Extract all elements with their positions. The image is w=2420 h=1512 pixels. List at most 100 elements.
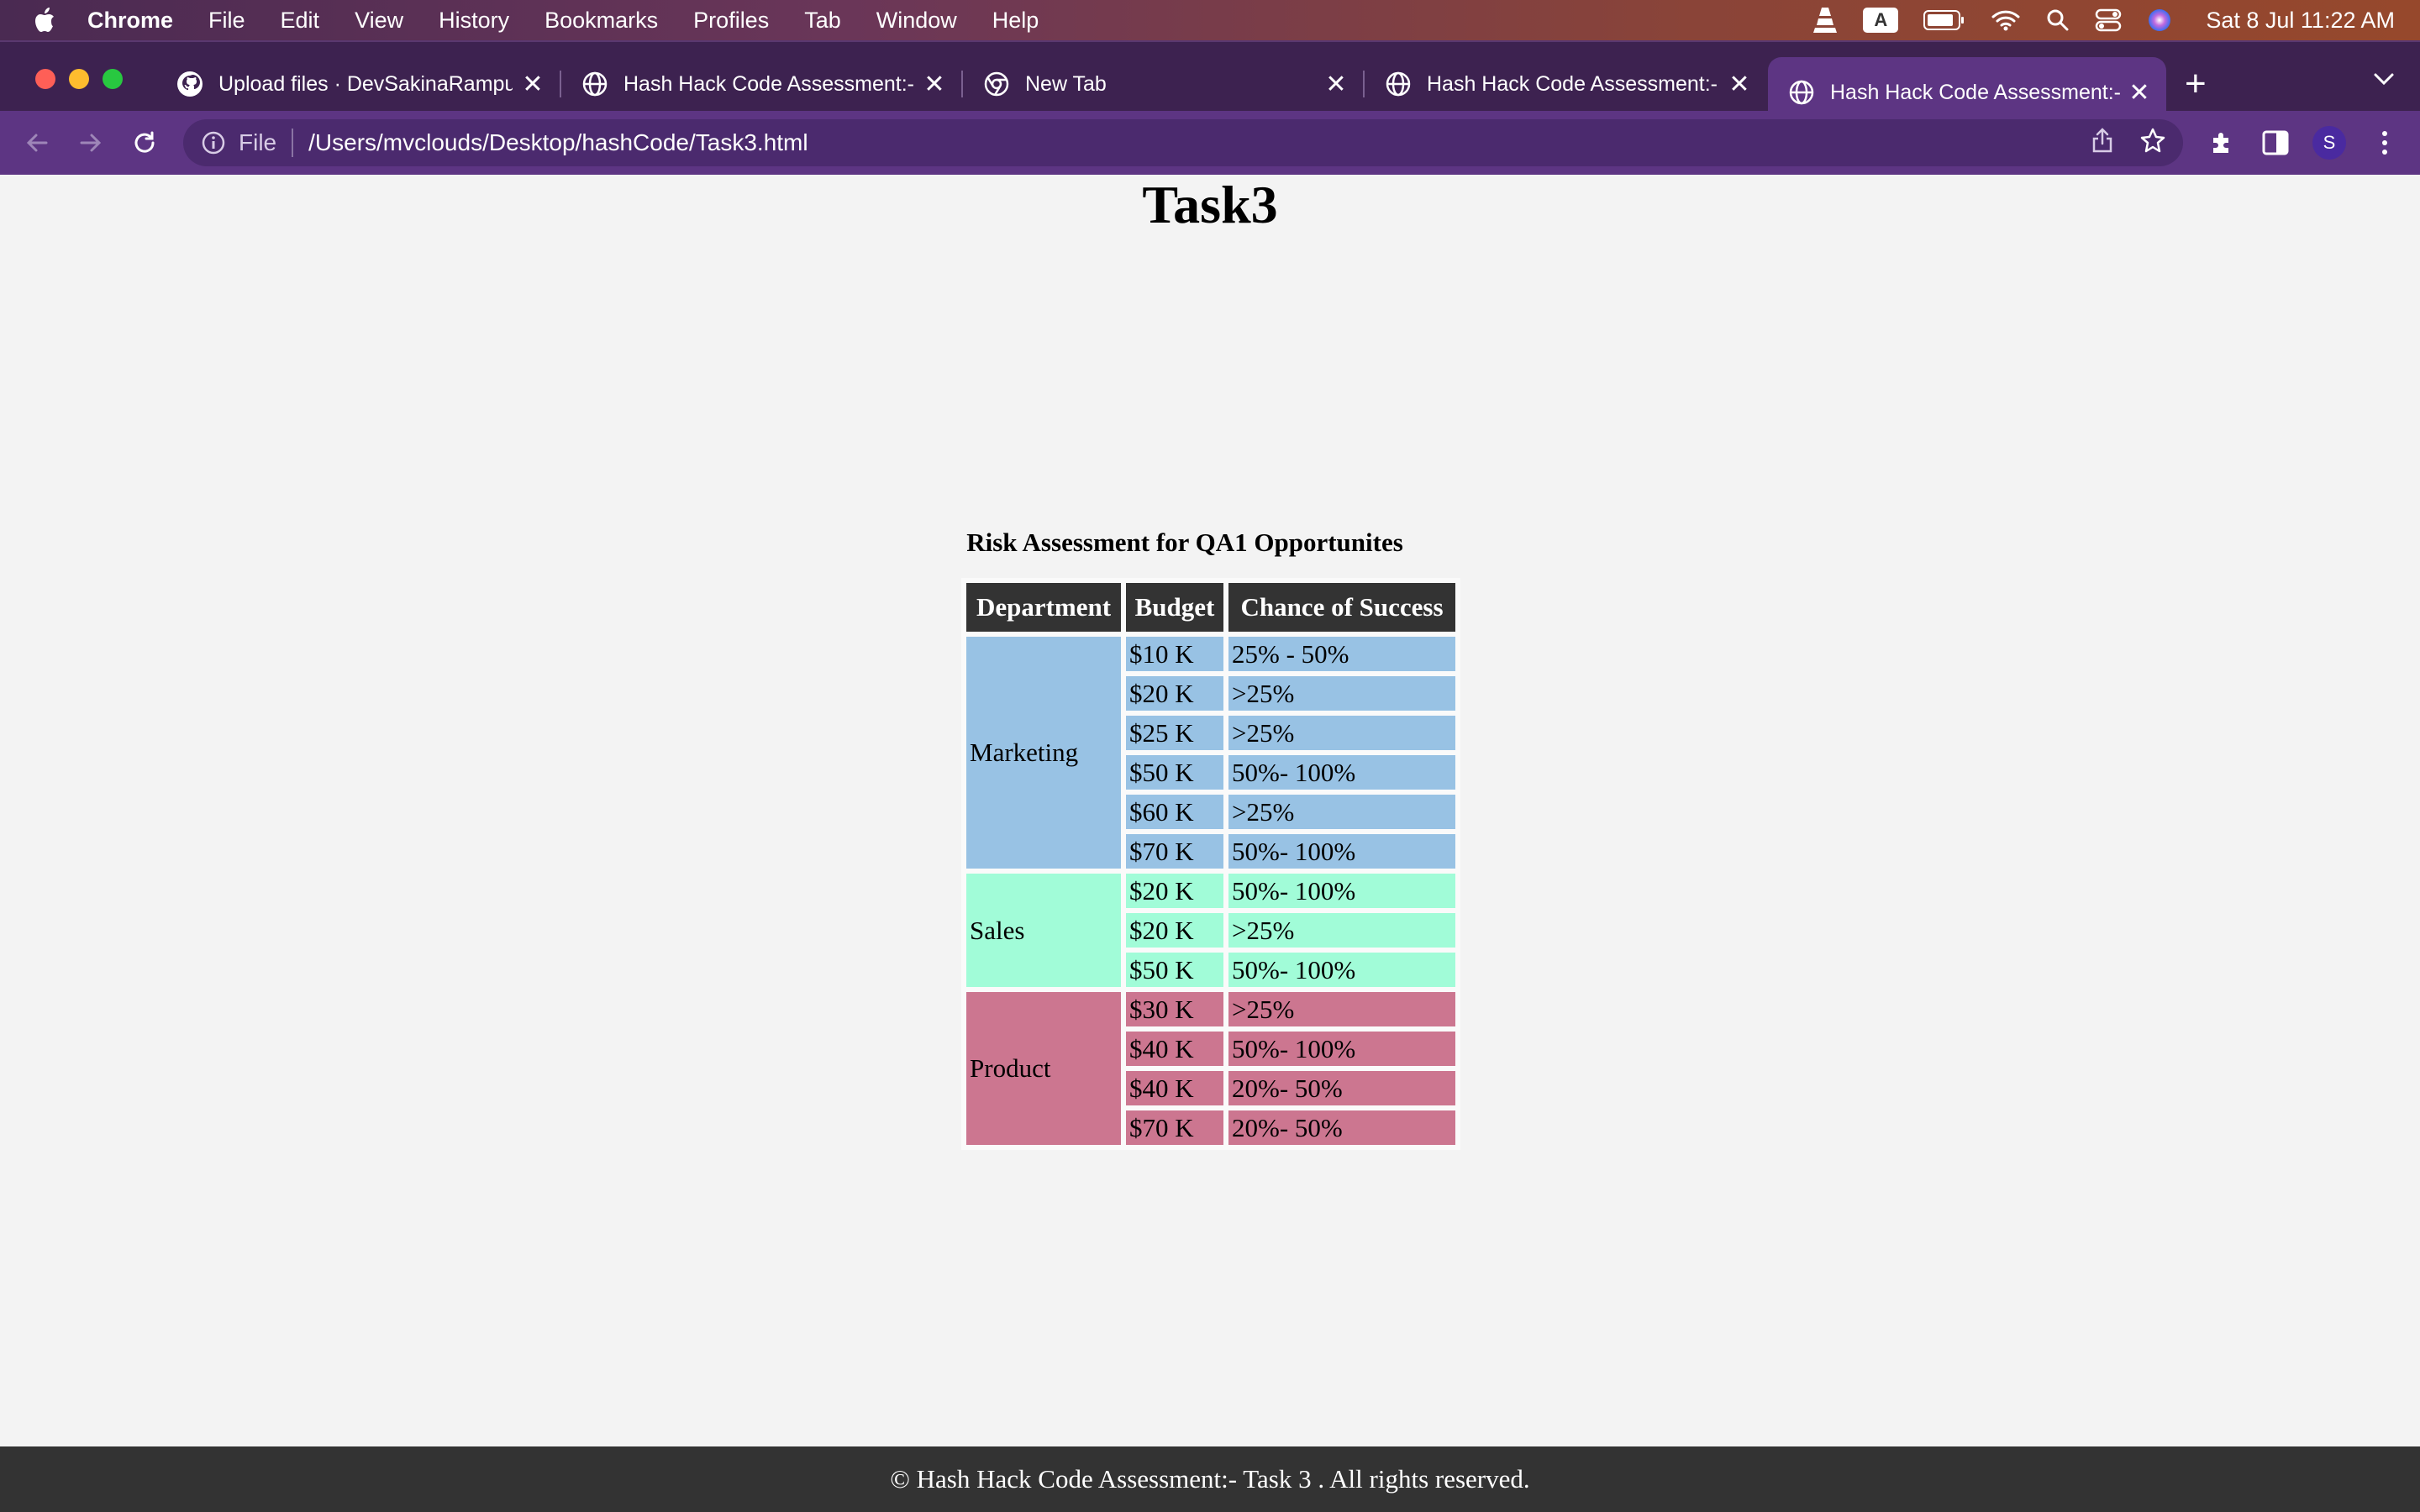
budget-cell: $70 K: [1126, 1110, 1223, 1145]
chance-cell: 50%- 100%: [1228, 1032, 1455, 1066]
menu-tab[interactable]: Tab: [804, 8, 841, 34]
control-center-icon[interactable]: [2095, 8, 2122, 32]
side-panel-icon[interactable]: [2255, 123, 2296, 163]
budget-cell: $10 K: [1126, 637, 1223, 671]
tab-new-tab[interactable]: New Tab ✕: [963, 57, 1363, 111]
chance-cell: >25%: [1228, 913, 1455, 948]
table-header-row: Department Budget Chance of Success: [966, 583, 1455, 632]
chance-cell: 50%- 100%: [1228, 755, 1455, 790]
tab-title: Upload files · DevSakinaRampu: [218, 71, 513, 96]
bookmark-star-icon[interactable]: [2139, 127, 2166, 160]
header-department: Department: [966, 583, 1121, 632]
menu-window[interactable]: Window: [876, 8, 957, 34]
budget-cell: $30 K: [1126, 992, 1223, 1026]
tab-title: Hash Hack Code Assessment:-: [623, 71, 914, 96]
github-icon: [176, 71, 203, 97]
budget-cell: $60 K: [1126, 795, 1223, 829]
vlc-cone-icon[interactable]: [1812, 6, 1838, 34]
menu-file[interactable]: File: [208, 8, 245, 34]
chrome-icon: [983, 71, 1010, 97]
menu-view[interactable]: View: [355, 8, 403, 34]
page-content: Task3 Risk Assessment for QA1 Opportunit…: [0, 175, 2420, 1446]
tab-title: Hash Hack Code Assessment:-: [1830, 80, 2121, 104]
department-cell-sales: Sales: [966, 874, 1121, 987]
close-tab-icon[interactable]: ✕: [2128, 79, 2151, 107]
menu-help[interactable]: Help: [992, 8, 1039, 34]
budget-cell: $20 K: [1126, 874, 1223, 908]
menu-bookmarks[interactable]: Bookmarks: [544, 8, 658, 34]
address-bar[interactable]: File /Users/mvclouds/Desktop/hashCode/Ta…: [183, 119, 2183, 166]
tab-hash-hack-1[interactable]: Hash Hack Code Assessment:- ✕: [561, 57, 961, 111]
tab-upload-files[interactable]: Upload files · DevSakinaRampu ✕: [156, 57, 560, 111]
budget-cell: $50 K: [1126, 953, 1223, 987]
budget-cell: $25 K: [1126, 716, 1223, 750]
url-text[interactable]: /Users/mvclouds/Desktop/hashCode/Task3.h…: [308, 129, 808, 156]
tab-hash-hack-2[interactable]: Hash Hack Code Assessment:- ✕: [1365, 57, 1766, 111]
table-caption: Risk Assessment for QA1 Opportunites: [966, 528, 1403, 557]
tab-title: New Tab: [1025, 71, 1107, 96]
menu-profiles[interactable]: Profiles: [693, 8, 769, 34]
chance-cell: 25% - 50%: [1228, 637, 1455, 671]
back-button[interactable]: [17, 123, 57, 163]
chance-cell: 50%- 100%: [1228, 834, 1455, 869]
chance-cell: >25%: [1228, 795, 1455, 829]
chance-cell: 50%- 100%: [1228, 874, 1455, 908]
tab-search-chevron-icon[interactable]: [2373, 72, 2395, 90]
input-source-icon[interactable]: A: [1863, 8, 1899, 33]
menu-app-name[interactable]: Chrome: [87, 8, 173, 34]
chance-cell: >25%: [1228, 716, 1455, 750]
globe-icon: [581, 71, 608, 97]
chance-cell: 50%- 100%: [1228, 953, 1455, 987]
reload-button[interactable]: [124, 123, 165, 163]
menu-history[interactable]: History: [439, 8, 509, 34]
globe-icon: [1385, 71, 1412, 97]
department-cell-marketing: Marketing: [966, 637, 1121, 869]
table-row: Marketing $10 K 25% - 50%: [966, 637, 1455, 869]
chance-cell: >25%: [1228, 992, 1455, 1026]
new-tab-button[interactable]: +: [2185, 66, 2207, 102]
forward-button[interactable]: [71, 123, 111, 163]
macos-menubar: Chrome File Edit View History Bookmarks …: [0, 0, 2420, 40]
siri-icon[interactable]: [2147, 8, 2172, 33]
chance-cell: 20%- 50%: [1228, 1071, 1455, 1105]
budget-cell: $20 K: [1126, 913, 1223, 948]
header-budget: Budget: [1126, 583, 1223, 632]
extensions-puzzle-icon[interactable]: [2202, 123, 2242, 163]
department-cell-product: Product: [966, 992, 1121, 1145]
table-row: Sales $20 K 50%- 100%: [966, 874, 1455, 987]
budget-cell: $40 K: [1126, 1071, 1223, 1105]
globe-icon: [1788, 79, 1815, 106]
page-footer: © Hash Hack Code Assessment:- Task 3 . A…: [0, 1446, 2420, 1512]
apple-icon[interactable]: [0, 7, 87, 34]
table-row: Product $30 K >25%: [966, 992, 1455, 1145]
menubar-clock[interactable]: Sat 8 Jul 11:22 AM: [2206, 8, 2395, 34]
site-info-icon[interactable]: [198, 130, 229, 155]
spotlight-search-icon[interactable]: [2046, 8, 2070, 32]
window-close-button[interactable]: [35, 69, 55, 89]
window-minimize-button[interactable]: [69, 69, 89, 89]
page-title: Task3: [1142, 175, 1278, 234]
browser-toolbar: File /Users/mvclouds/Desktop/hashCode/Ta…: [0, 111, 2420, 175]
window-zoom-button[interactable]: [103, 69, 123, 89]
close-tab-icon[interactable]: ✕: [1324, 71, 1348, 98]
menu-edit[interactable]: Edit: [281, 8, 320, 34]
close-tab-icon[interactable]: ✕: [923, 71, 946, 98]
budget-cell: $20 K: [1126, 676, 1223, 711]
risk-assessment-table: Department Budget Chance of Success Mark…: [961, 578, 1460, 1150]
url-scheme-label: File: [239, 129, 277, 155]
chance-cell: 20%- 50%: [1228, 1110, 1455, 1145]
status-area: A Sat 8 Jul 11:22 AM: [1812, 0, 2395, 40]
chrome-menu-kebab-icon[interactable]: [2365, 123, 2405, 163]
budget-cell: $70 K: [1126, 834, 1223, 869]
wifi-icon[interactable]: [1991, 8, 2021, 32]
battery-icon[interactable]: [1923, 9, 1965, 31]
close-tab-icon[interactable]: ✕: [521, 71, 544, 98]
close-tab-icon[interactable]: ✕: [1728, 71, 1751, 98]
share-icon[interactable]: [2091, 127, 2114, 160]
tab-title: Hash Hack Code Assessment:-: [1427, 71, 1718, 96]
profile-avatar[interactable]: S: [2309, 123, 2349, 163]
header-chance-of-success: Chance of Success: [1228, 583, 1455, 632]
budget-cell: $50 K: [1126, 755, 1223, 790]
chance-cell: >25%: [1228, 676, 1455, 711]
budget-cell: $40 K: [1126, 1032, 1223, 1066]
